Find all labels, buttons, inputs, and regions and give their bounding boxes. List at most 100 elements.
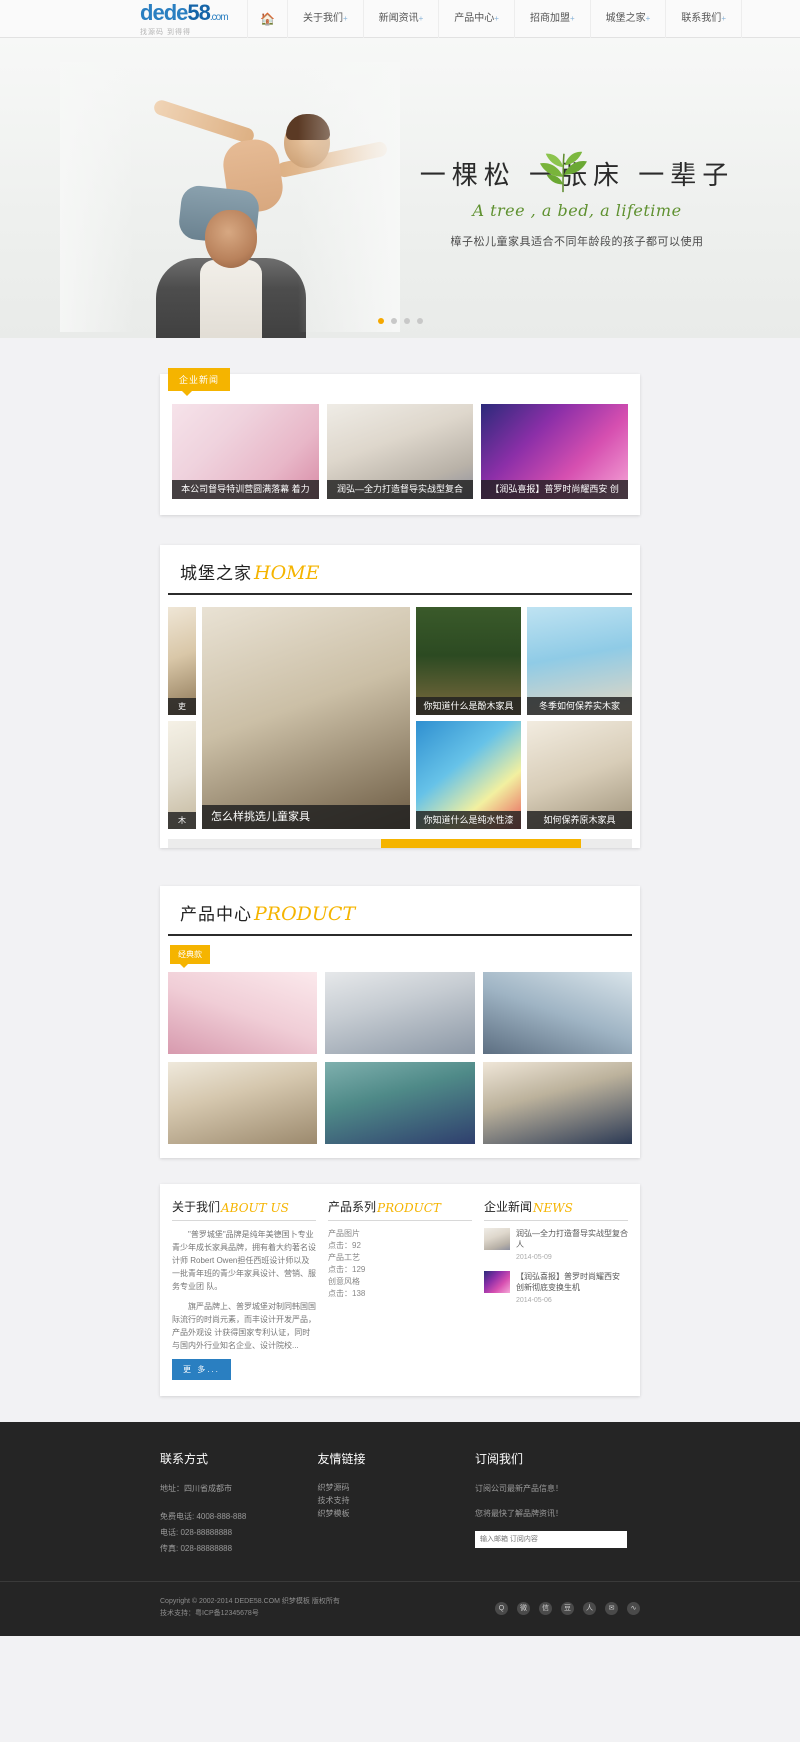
nav-item-news[interactable]: 新闻资讯+	[362, 0, 440, 38]
product-card: 产品中心 PRODUCT 经典款	[160, 886, 640, 1158]
logo-de2: de	[163, 0, 189, 25]
footer-link-item[interactable]: 织梦源码	[317, 1481, 460, 1494]
product-item[interactable]	[325, 1062, 475, 1144]
about-heading: 关于我们 ABOUT US	[172, 1198, 316, 1221]
news-item-title: 润弘—全力打造督导实战型复合人	[516, 1229, 628, 1249]
nav-home-icon[interactable]: 🏠	[247, 0, 288, 38]
qq-icon[interactable]: Q	[495, 1601, 508, 1615]
grid-caption: 如何保养原木家具	[527, 811, 632, 829]
nav-item-about[interactable]: 关于我们+	[286, 0, 364, 38]
grid-caption: 你知道什么是酚木家具	[416, 697, 521, 715]
footer-contact-title: 联系方式	[160, 1452, 209, 1466]
product-thumbnail	[325, 972, 475, 1054]
section-title-cn: 城堡之家	[180, 564, 252, 583]
company-news-item[interactable]: 润弘—全力打造督导实战型复合	[326, 404, 474, 499]
grid-caption: 冬季如何保养实木家	[527, 697, 632, 715]
banner-dot-3[interactable]	[403, 318, 410, 324]
footer-contact-phone: 电话: 028-88888888	[160, 1528, 233, 1537]
page-root: dede58.com 找源码 到得得 🏠 关于我们+ 新闻资讯+ 产品中心+ 招…	[0, 0, 800, 1636]
nav-item-contact[interactable]: 联系我们+	[665, 0, 742, 38]
gallery-grid-item[interactable]: 冬季如何保养实木家	[527, 607, 632, 715]
weixin-icon[interactable]: 信	[539, 1601, 552, 1615]
banner-dot-1[interactable]	[377, 318, 384, 324]
product-item[interactable]	[168, 972, 318, 1054]
product-thumbnail	[168, 972, 318, 1054]
banner-dot-4[interactable]	[416, 318, 423, 324]
news-caption: 【润弘喜报】普罗时尚耀西安 创	[481, 480, 629, 499]
series-item[interactable]: 产品工艺 点击：129	[328, 1252, 472, 1276]
info-section: 关于我们 ABOUT US "普罗城堡"品牌是纯年美德国卜专业青少年成长家具品牌…	[0, 1158, 800, 1422]
column-title-cn: 企业新闻	[484, 1200, 533, 1214]
about-column: 关于我们 ABOUT US "普罗城堡"品牌是纯年美德国卜专业青少年成长家具品牌…	[172, 1198, 316, 1380]
feature-caption: 怎么样挑选儿童家具	[202, 805, 410, 829]
castle-home-gallery: 吏 木 怎么样挑选儿童家具 你知道什么是酚木家具 冬季如何保养实木家 你知道什么…	[160, 595, 640, 829]
section-title-cn: 产品中心	[180, 905, 252, 924]
chevron-down-icon: +	[721, 14, 726, 23]
product-item[interactable]	[168, 1062, 318, 1144]
site-logo[interactable]: dede58.com 找源码 到得得	[140, 0, 245, 37]
gallery-scroll-thumb[interactable]	[381, 839, 581, 848]
series-count: 点击：92	[328, 1241, 361, 1250]
gallery-scrollbar[interactable]	[168, 839, 632, 848]
footer-copyright-block: Copyright © 2002-2014 DEDE58.COM 织梦模板 版权…	[160, 1596, 340, 1620]
gallery-grid-item[interactable]: 你知道什么是纯水性漆	[416, 721, 521, 829]
footer-bottom-bar: Copyright © 2002-2014 DEDE58.COM 织梦模板 版权…	[0, 1581, 800, 1636]
news-list-item[interactable]: 润弘—全力打造督导实战型复合人 2014-05-09	[484, 1228, 628, 1261]
company-news-item[interactable]: 【润弘喜报】普罗时尚耀西安 创	[481, 404, 629, 499]
news-item-date: 2014-05-09	[516, 1254, 552, 1261]
column-title-cn: 产品系列	[328, 1200, 377, 1214]
series-item[interactable]: 创意风格 点击：138	[328, 1276, 472, 1300]
series-item[interactable]: 产品图片 点击：92	[328, 1228, 472, 1252]
subscribe-email-input[interactable]	[474, 1531, 627, 1548]
product-item[interactable]	[482, 972, 632, 1054]
product-thumbnail	[168, 1062, 318, 1144]
footer-contact-column: 联系方式 地址：四川省成都市 免费电话: 4008-888-888 电话: 02…	[160, 1450, 303, 1557]
series-label: 产品工艺	[328, 1253, 360, 1262]
chevron-down-icon: +	[342, 14, 348, 23]
news-item-title: 【润弘喜报】普罗时尚耀西安 创新彻底变换生机	[516, 1272, 620, 1292]
news-column: 企业新闻 NEWS 润弘—全力打造督导实战型复合人 2014-05-09 【润弘…	[484, 1198, 628, 1380]
chevron-down-icon: +	[645, 14, 651, 23]
gallery-grid-item[interactable]: 你知道什么是酚木家具	[416, 607, 521, 715]
product-item[interactable]	[325, 972, 475, 1054]
footer-links-title: 友情链接	[317, 1452, 366, 1466]
news-item-thumbnail	[484, 1271, 510, 1293]
product-badge: 经典款	[170, 945, 210, 968]
renren-icon[interactable]: 人	[583, 1601, 596, 1615]
series-count: 点击：138	[328, 1289, 366, 1298]
info-columns: 关于我们 ABOUT US "普罗城堡"品牌是纯年美德国卜专业青少年成长家具品牌…	[160, 1184, 640, 1396]
news-list-item[interactable]: 【润弘喜报】普罗时尚耀西安 创新彻底变换生机 2014-05-06	[484, 1271, 628, 1304]
column-title-en: ABOUT US	[221, 1201, 289, 1215]
footer-icp: 技术支持：粤ICP备12345678号	[160, 1610, 259, 1617]
product-item[interactable]	[482, 1062, 632, 1144]
nav-item-product[interactable]: 产品中心+	[438, 0, 515, 38]
product-thumbnail	[482, 972, 632, 1054]
nav-item-franchise[interactable]: 招商加盟+	[513, 0, 591, 38]
rss-icon[interactable]: ∿	[627, 1601, 640, 1615]
footer-subscribe-line2: 您将最快了解品牌资讯！	[474, 1509, 563, 1518]
news-item-thumbnail	[484, 1228, 510, 1250]
footer-link-item[interactable]: 织梦模板	[317, 1507, 460, 1520]
company-news-badge: 企业新闻	[168, 368, 231, 396]
mail-icon[interactable]: ✉	[605, 1601, 618, 1615]
company-news-card: 企业新闻 本公司督导特训营圆满落幕 着力 润弘—全力打造督导实战型复合 【润弘喜…	[160, 368, 640, 515]
nav-label-product: 产品中心	[454, 13, 495, 24]
weibo-icon[interactable]: 微	[517, 1601, 530, 1615]
banner-dot-2[interactable]	[390, 318, 397, 324]
about-more-button[interactable]: 更 多...	[172, 1359, 231, 1380]
gallery-grid-item[interactable]: 如何保养原木家具	[527, 721, 632, 829]
footer-link-item[interactable]: 技术支持	[317, 1494, 460, 1507]
logo-58: 58	[187, 0, 211, 25]
douban-icon[interactable]: 豆	[561, 1601, 574, 1615]
gallery-grid: 你知道什么是酚木家具 冬季如何保养实木家 你知道什么是纯水性漆 如何保养原木家具	[416, 607, 632, 829]
product-thumbnail	[482, 1062, 632, 1144]
company-news-item[interactable]: 本公司督导特训营圆满落幕 着力	[172, 404, 319, 499]
gallery-strip-item[interactable]: 吏	[168, 607, 196, 715]
nav-item-castle[interactable]: 城堡之家+	[589, 0, 667, 38]
castle-home-section: 城堡之家 HOME 吏 木 怎么样挑选儿童家具 你知道什么是酚木家具 冬季如何保…	[0, 515, 800, 848]
logo-de1: de	[140, 0, 165, 25]
product-thumbnail	[325, 1062, 475, 1144]
gallery-strip-item[interactable]: 木	[168, 721, 196, 829]
nav-label-contact: 联系我们	[681, 13, 722, 24]
gallery-feature-item[interactable]: 怎么样挑选儿童家具	[202, 607, 410, 829]
